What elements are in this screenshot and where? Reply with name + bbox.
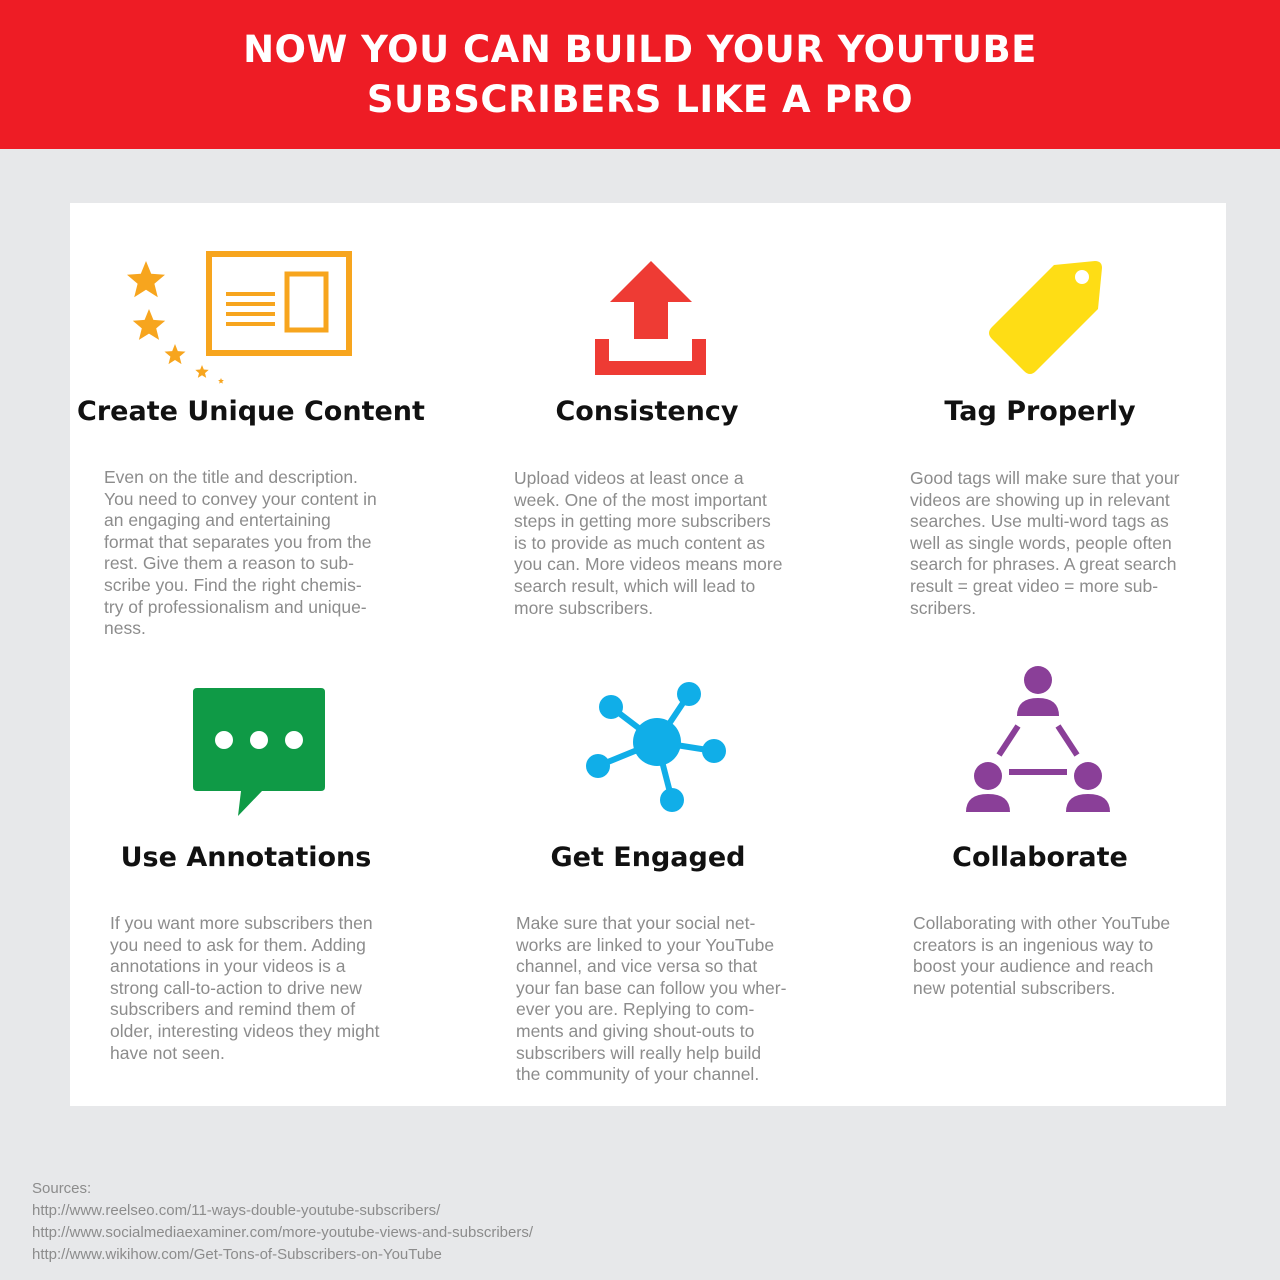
tip-text-tag-properly: Good tags will make sure that your video… (910, 468, 1180, 618)
tag-icon (989, 261, 1102, 374)
tip-text-get-engaged: Make sure that your social net- works ar… (516, 913, 787, 1085)
headline-line-2: SUBSCRIBERS LIKE A PRO (366, 77, 914, 121)
sources-label: Sources: (32, 1180, 92, 1197)
tip-title-use-annotations: Use Annotations (120, 842, 372, 873)
tip-title-collaborate: Collaborate (952, 842, 1128, 873)
tip-title-consistency: Consistency (555, 396, 739, 427)
source-link[interactable]: http://www.socialmediaexaminer.com/more-… (32, 1222, 533, 1244)
speech-bubble-icon (193, 688, 325, 816)
header-banner: NOW YOU CAN BUILD YOUR YOUTUBE SUBSCRIBE… (0, 0, 1280, 149)
tips-panel: Create Unique Content Even on the title … (70, 203, 1226, 1106)
upload-icon (595, 261, 706, 375)
people-triangle-icon (966, 666, 1110, 812)
tip-title-create-unique-content: Create Unique Content (77, 396, 425, 427)
content-card-stars-icon (127, 251, 352, 384)
tip-title-tag-properly: Tag Properly (944, 396, 1136, 427)
tip-text-consistency: Upload videos at least once a week. One … (514, 468, 783, 618)
tip-title-get-engaged: Get Engaged (550, 842, 746, 873)
source-link[interactable]: http://www.wikihow.com/Get-Tons-of-Subsc… (32, 1244, 533, 1266)
network-icon (586, 682, 726, 812)
tip-text-create-unique-content: Even on the title and description. You n… (104, 467, 377, 639)
source-link[interactable]: http://www.reelseo.com/11-ways-double-yo… (32, 1200, 533, 1222)
headline-line-1: NOW YOU CAN BUILD YOUR YOUTUBE (243, 27, 1037, 71)
sources-list: Sources: http://www.reelseo.com/11-ways-… (32, 1178, 533, 1266)
tip-text-use-annotations: If you want more subscribers then you ne… (110, 913, 380, 1063)
tip-text-collaborate: Collaborating with other YouTube creator… (913, 913, 1171, 998)
